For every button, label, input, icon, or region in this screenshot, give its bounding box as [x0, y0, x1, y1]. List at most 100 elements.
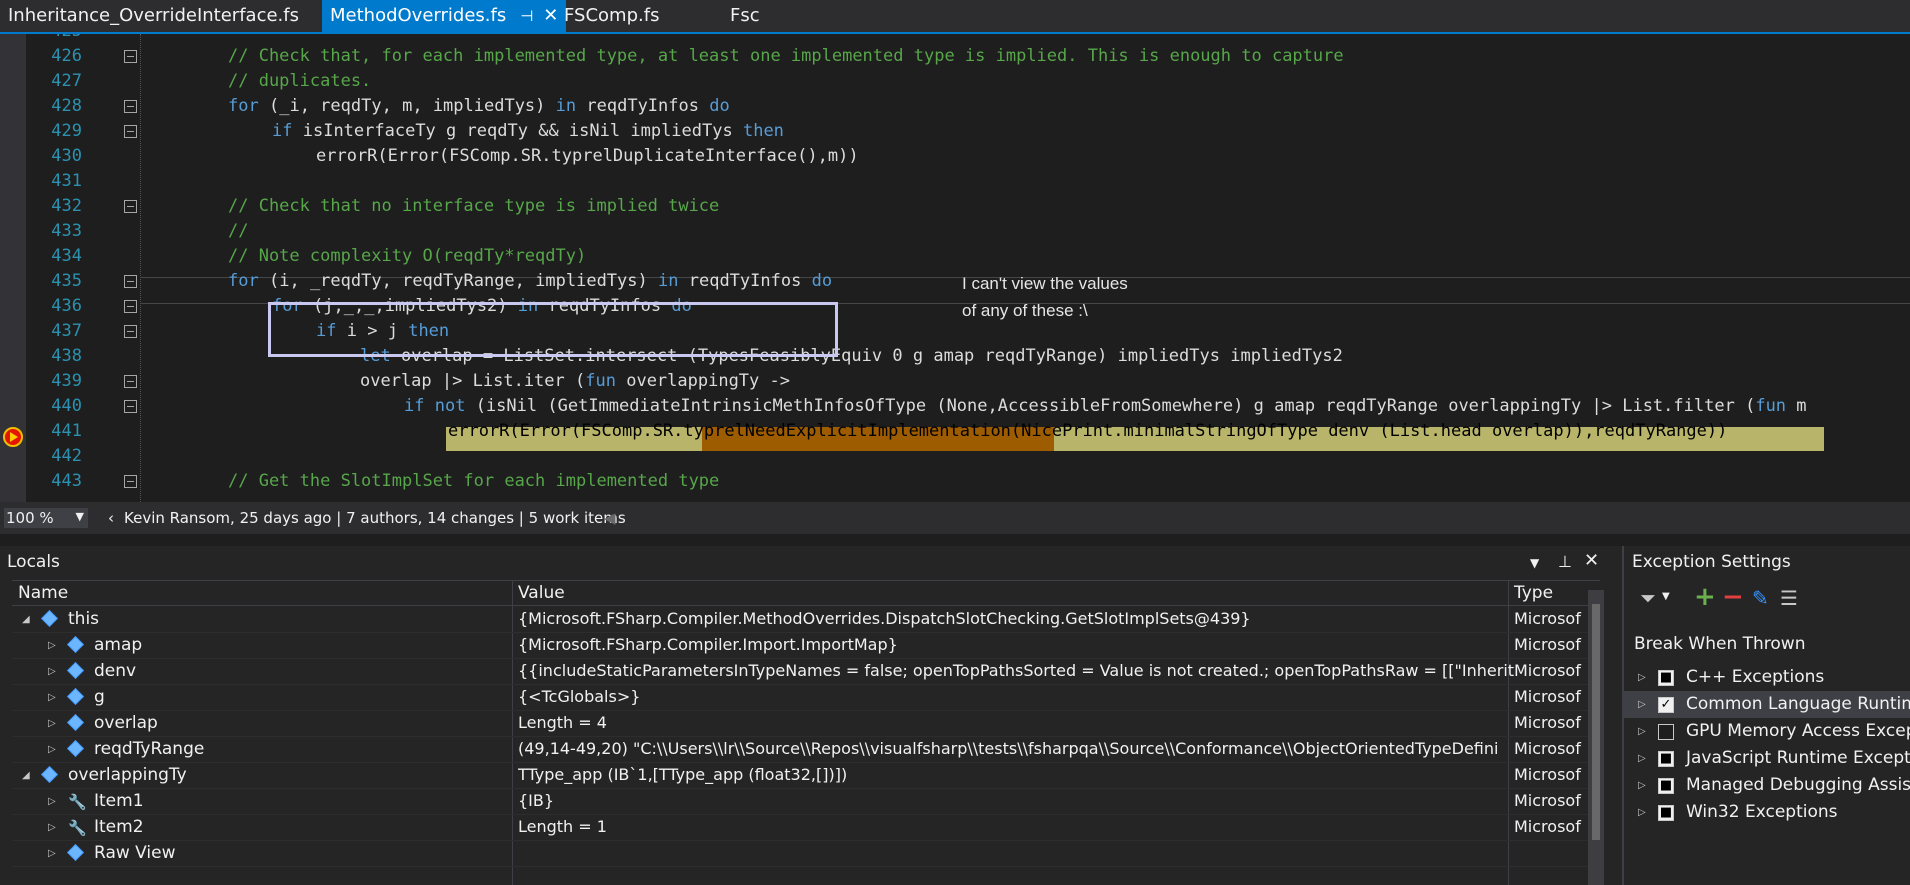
expand-arrow-icon[interactable]: ▷: [48, 718, 56, 729]
exception-item[interactable]: ▷ ■ C++ Exceptions: [1624, 664, 1910, 691]
variable-value[interactable]: Length = 1: [518, 814, 1514, 840]
tab-fsc[interactable]: Fsc: [722, 0, 818, 32]
edit-icon[interactable]: ✎: [1752, 586, 1769, 610]
table-row[interactable]: ▷ 🔧 Item2 Length = 1 Microsof: [12, 814, 1600, 841]
table-row[interactable]: ▷ denv {{includeStaticParametersInTypeName…: [12, 658, 1600, 685]
variable-name: overlappingTy: [68, 765, 187, 785]
exception-item[interactable]: ▷ ■ Win32 Exceptions: [1624, 799, 1910, 826]
collapse-arrow-icon[interactable]: ◢: [22, 770, 30, 781]
table-row[interactable]: ▷ amap {Microsoft.FSharp.Compiler.Import.I…: [12, 632, 1600, 659]
checkbox[interactable]: [1658, 724, 1674, 740]
expand-arrow-icon[interactable]: ▷: [48, 666, 56, 677]
close-icon[interactable]: ✕: [1584, 550, 1599, 571]
code-line: 425: [0, 34, 1910, 44]
annotation-box: [268, 302, 838, 357]
zoom-dropdown[interactable]: 100 % ▼: [4, 508, 88, 528]
variable-value[interactable]: {Microsoft.FSharp.Compiler.MethodOverrid…: [518, 606, 1514, 632]
expand-arrow-icon[interactable]: ▷: [1638, 672, 1646, 683]
variable-value[interactable]: {IB}: [518, 788, 1514, 814]
exception-item[interactable]: ▷ ✓ Common Language Runtime: [1624, 691, 1910, 718]
collapse-icon[interactable]: [124, 50, 137, 63]
checkbox[interactable]: ✓: [1658, 697, 1674, 713]
variable-name: Raw View: [94, 843, 176, 863]
line-number: 434: [51, 246, 82, 266]
collapse-icon[interactable]: [124, 325, 137, 338]
collapse-icon[interactable]: [124, 300, 137, 313]
table-row[interactable]: ▷ overlap Length = 4 Microsof: [12, 710, 1600, 737]
tab-inheritance-overrideinterface[interactable]: Inheritance_OverrideInterface.fs: [0, 0, 332, 32]
variable-name: this: [68, 609, 100, 629]
column-header-value[interactable]: Value: [518, 581, 565, 605]
collapse-icon[interactable]: [124, 125, 137, 138]
variable-name: Item1: [94, 791, 144, 811]
scrollbar-thumb[interactable]: [1592, 604, 1600, 840]
tab-fscomp[interactable]: FSComp.fs: [556, 0, 732, 32]
expand-arrow-icon[interactable]: ▷: [1638, 780, 1646, 791]
column-header-type[interactable]: Type: [1514, 581, 1553, 605]
codelens-info[interactable]: Kevin Ransom, 25 days ago | 7 authors, 1…: [124, 509, 626, 527]
remove-icon[interactable]: −: [1722, 582, 1744, 612]
collapse-icon[interactable]: [124, 200, 137, 213]
checkbox[interactable]: ■: [1658, 805, 1674, 821]
exception-item[interactable]: ▷ ■ Managed Debugging Assista: [1624, 772, 1910, 799]
collapse-icon[interactable]: [124, 400, 137, 413]
exception-item[interactable]: ▷ ■ JavaScript Runtime Exception: [1624, 745, 1910, 772]
checkbox[interactable]: ■: [1658, 778, 1674, 794]
exception-settings-panel: Exception Settings ⏷ ▼ + − ✎ ☰ Break Whe…: [1622, 546, 1910, 885]
code-text: if not (isNil (GetImmediateIntrinsicMeth…: [404, 396, 1807, 416]
variable-value[interactable]: {{includeStaticParametersInTypeNames = f…: [518, 658, 1514, 684]
expand-arrow-icon[interactable]: ▷: [48, 848, 56, 859]
table-row[interactable]: ▷ g {<TcGlobals>} Microsof: [12, 684, 1600, 711]
collapse-icon[interactable]: [124, 475, 137, 488]
code-text: //: [228, 221, 249, 241]
collapse-icon[interactable]: [124, 375, 137, 388]
variable-value[interactable]: TType_app (IB`1,[TType_app (float32,[])]…: [518, 762, 1514, 788]
table-row[interactable]: ◢ this {Microsoft.FSharp.Compiler.MethodOv…: [12, 606, 1600, 633]
annotation-text: I can't view the values: [962, 274, 1128, 293]
variable-value[interactable]: {Microsoft.FSharp.Compiler.Import.Import…: [518, 632, 1514, 658]
chevron-left-icon[interactable]: ‹: [108, 509, 114, 527]
code-line: 434 // Note complexity O(reqdTy*reqdTy): [0, 244, 1910, 269]
filter-icon[interactable]: ⏷: [1640, 586, 1656, 610]
variable-value[interactable]: {<TcGlobals>}: [518, 684, 1514, 710]
add-icon[interactable]: +: [1694, 582, 1716, 612]
expand-arrow-icon[interactable]: ▷: [1638, 726, 1646, 737]
collapse-icon[interactable]: [124, 275, 137, 288]
expand-arrow-icon[interactable]: ▷: [1638, 753, 1646, 764]
variable-value[interactable]: (49,14-49,20) "C:\\Users\\lr\\Source\\Re…: [518, 736, 1514, 762]
pin-icon[interactable]: ⊥: [1558, 552, 1572, 571]
column-header-name[interactable]: Name: [18, 581, 68, 605]
collapse-arrow-icon[interactable]: ◢: [22, 614, 30, 625]
expand-arrow-icon[interactable]: ▷: [48, 744, 56, 755]
tab-label: Inheritance_OverrideInterface.fs: [8, 5, 299, 26]
scroll-left-icon[interactable]: ◀: [604, 509, 616, 527]
table-row[interactable]: ▷ reqdTyRange (49,14-49,20) "C:\\Users\\lr…: [12, 736, 1600, 763]
dropdown-icon[interactable]: ▼: [1530, 556, 1539, 570]
tab-methodoverrides[interactable]: MethodOverrides.fs ⊣ ✕: [322, 0, 566, 32]
line-number: 428: [51, 96, 82, 116]
expand-arrow-icon[interactable]: ▷: [48, 796, 56, 807]
list-icon[interactable]: ☰: [1780, 586, 1798, 610]
table-row[interactable]: ▷ 🔧 Item1 {IB} Microsof: [12, 788, 1600, 815]
variable-value[interactable]: Length = 4: [518, 710, 1514, 736]
line-number: 437: [51, 321, 82, 341]
expand-arrow-icon[interactable]: ▷: [1638, 807, 1646, 818]
checkbox[interactable]: ■: [1658, 751, 1674, 767]
exception-label: JavaScript Runtime Exception: [1686, 748, 1910, 768]
locals-header: Name Value Type: [12, 580, 1600, 606]
code-editor[interactable]: 425 426 // Check that, for each implement…: [0, 34, 1910, 502]
table-row[interactable]: ▷ Raw View: [12, 840, 1600, 867]
chevron-down-icon[interactable]: ▼: [1662, 591, 1670, 602]
expand-arrow-icon[interactable]: ▷: [1638, 699, 1646, 710]
pin-icon[interactable]: ⊣: [520, 0, 533, 32]
collapse-icon[interactable]: [124, 100, 137, 113]
line-number: 429: [51, 121, 82, 141]
exception-item[interactable]: ▷ GPU Memory Access Excepti: [1624, 718, 1910, 745]
expand-arrow-icon[interactable]: ▷: [48, 822, 56, 833]
expand-arrow-icon[interactable]: ▷: [48, 640, 56, 651]
expand-arrow-icon[interactable]: ▷: [48, 692, 56, 703]
field-icon: [67, 714, 84, 731]
exception-label: GPU Memory Access Excepti: [1686, 721, 1910, 741]
table-row[interactable]: ◢ overlappingTy TType_app (IB`1,[TType_app…: [12, 762, 1600, 789]
checkbox[interactable]: ■: [1658, 670, 1674, 686]
